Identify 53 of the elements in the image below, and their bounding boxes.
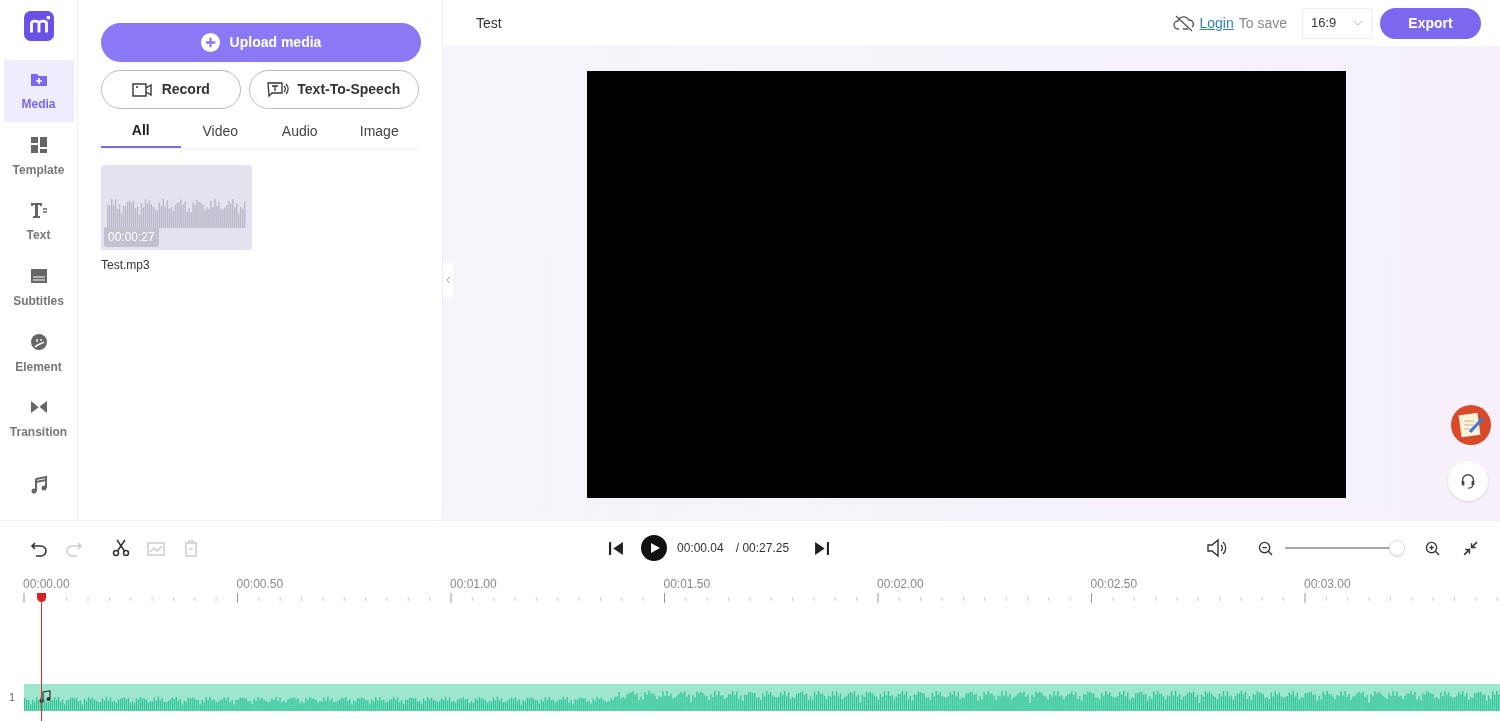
sidebar-item[interactable]: Template — [3, 125, 74, 188]
ruler-label: 00:00.50 — [236, 576, 285, 591]
ruler-label: 00:03.00 — [1304, 576, 1352, 591]
file-name: Test.mp3 — [101, 257, 151, 274]
play-button[interactable] — [641, 535, 667, 561]
project-title: Test — [476, 13, 502, 33]
ruler-label: 00:01.50 — [663, 576, 712, 591]
sidebar-item[interactable]: Media — [3, 59, 74, 122]
notepad-icon[interactable] — [1451, 405, 1491, 445]
filter-tab[interactable]: Video — [180, 115, 260, 148]
login-link[interactable]: Login — [1199, 12, 1234, 34]
sidebar-item[interactable]: Text — [3, 191, 74, 254]
collapse-button[interactable] — [1462, 539, 1479, 557]
track-number: 1 — [8, 690, 17, 706]
camera-icon — [131, 81, 152, 98]
upload-media-button[interactable]: Upload media — [101, 23, 421, 62]
sidebar-item[interactable]: Element — [3, 322, 74, 385]
text-icon — [28, 200, 49, 221]
ruler-label: 00:02.50 — [1090, 576, 1139, 591]
export-button[interactable]: Export — [1380, 7, 1481, 39]
speech-bubble-icon — [267, 81, 290, 98]
audio-clip[interactable] — [24, 684, 1500, 711]
zoom-out-button[interactable] — [1258, 540, 1273, 556]
sidebar-item[interactable]: Transition — [3, 388, 74, 451]
ruler-label: 00:01.00 — [450, 576, 498, 591]
headset-icon — [1459, 472, 1477, 490]
sidebar-item[interactable]: Subtitles — [3, 257, 74, 319]
cut-button[interactable] — [111, 538, 131, 558]
skip-back-button[interactable] — [609, 540, 624, 556]
plus-icon — [200, 33, 220, 52]
duration-badge: 00:00:27 — [104, 227, 159, 247]
collapse-handle[interactable] — [443, 262, 453, 298]
play-icon — [650, 543, 660, 553]
save-hint: To save — [1238, 13, 1287, 33]
filter-tab[interactable]: Image — [339, 115, 419, 148]
filter-tab[interactable]: All — [101, 115, 181, 148]
filter-tab[interactable]: Audio — [260, 115, 340, 148]
support-button[interactable] — [1448, 461, 1488, 501]
ruler-label: 00:00.00 — [23, 576, 71, 591]
music-note-icon — [38, 690, 52, 704]
ruler-label: 00:02.00 — [877, 576, 925, 591]
template-icon — [28, 134, 49, 155]
aspect-ratio-select[interactable]: 16:9 — [1302, 7, 1372, 39]
total-time: / 00:27.25 — [735, 540, 790, 557]
sticker-icon — [28, 331, 49, 352]
chevron-left-icon — [445, 276, 451, 284]
current-time: 00:00.04 — [677, 540, 724, 557]
cloud-off-icon — [1173, 14, 1196, 32]
skip-forward-button[interactable] — [814, 540, 830, 556]
chevron-down-icon — [1353, 20, 1363, 26]
logo-icon — [22, 11, 55, 41]
zoom-in-button[interactable] — [1425, 540, 1440, 556]
volume-button[interactable] — [1206, 538, 1228, 558]
